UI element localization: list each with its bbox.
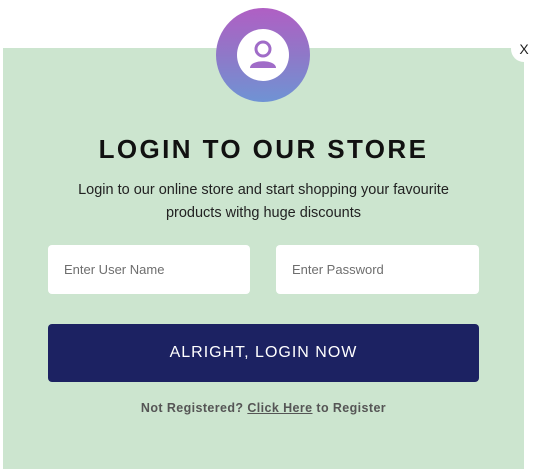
password-input[interactable]: [276, 245, 479, 294]
login-popup: X LOGIN TO OUR STORE Login to our online…: [0, 0, 533, 469]
login-button[interactable]: ALRIGHT, LOGIN NOW: [48, 324, 479, 382]
close-icon: X: [519, 41, 529, 57]
close-button[interactable]: X: [511, 36, 533, 62]
register-prefix: Not Registered?: [140, 401, 244, 415]
modal-subtitle: Login to our online store and start shop…: [78, 182, 449, 221]
avatar-circle: [237, 29, 289, 81]
avatar: [216, 8, 310, 102]
modal-title: LOGIN TO OUR STORE: [98, 134, 429, 164]
username-input[interactable]: [48, 245, 250, 294]
register-prompt: Not Registered? Click Here to Register: [0, 401, 527, 415]
user-icon: [250, 40, 276, 68]
register-suffix: to Register: [316, 401, 387, 415]
register-link[interactable]: Click Here: [247, 401, 312, 415]
